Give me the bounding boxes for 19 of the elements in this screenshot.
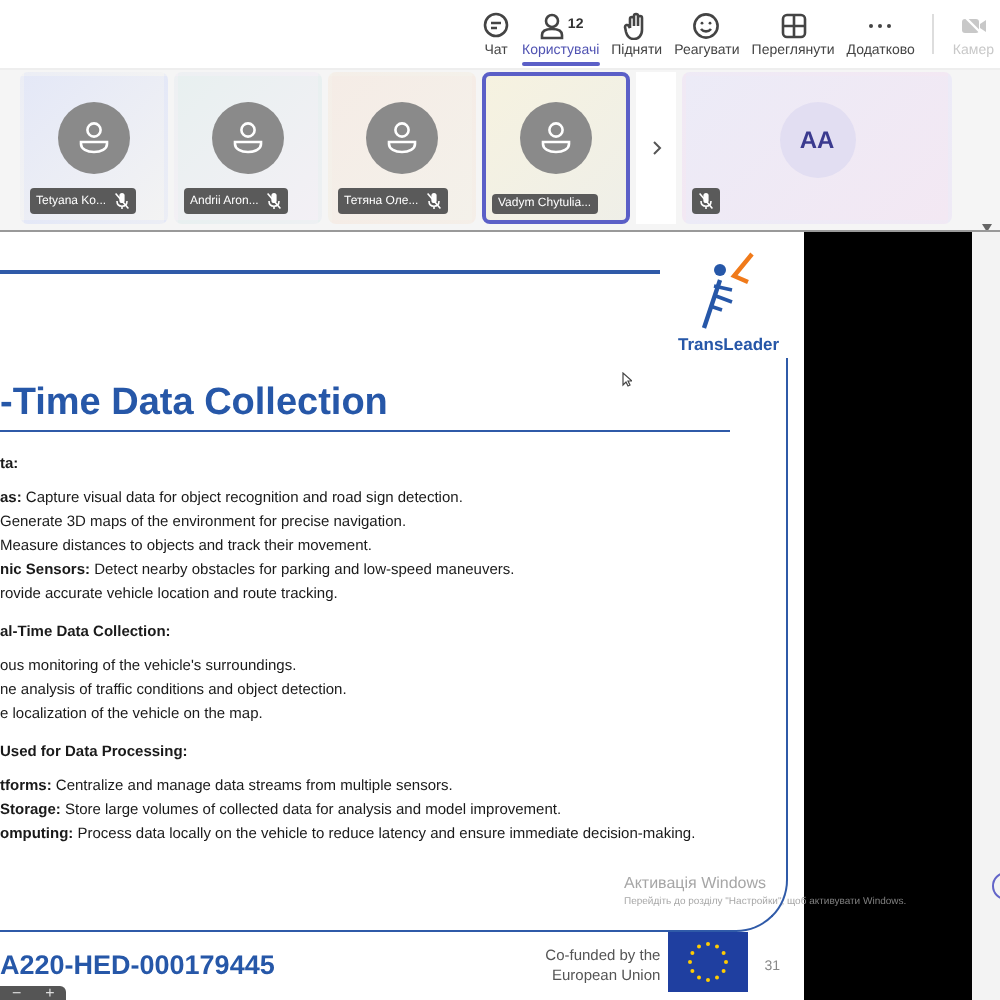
chevron-right-icon[interactable] [651,140,661,156]
person-icon [537,11,566,39]
smiley-icon [692,11,721,39]
mic-off-icon [266,192,283,210]
mic-off-icon [426,192,443,210]
zoom-button[interactable]: + [33,986,67,1000]
project-code: A220-HED-000179445 [0,949,275,979]
mic-off-icon [114,192,131,210]
grid-icon [779,11,808,39]
activation-title: Активація Windows [624,874,769,892]
eu-flag-icon [668,931,749,991]
cursor-icon [622,372,632,388]
mic-off-icon [698,192,714,210]
avatar-initials: AA [779,102,855,178]
logo-text: TransLeader [678,334,780,354]
zoom-button[interactable]: − [0,986,34,1000]
slide-title: -Time Data Collection [0,381,390,426]
video-tile[interactable]: AA [682,72,952,224]
chat-icon [482,11,510,39]
